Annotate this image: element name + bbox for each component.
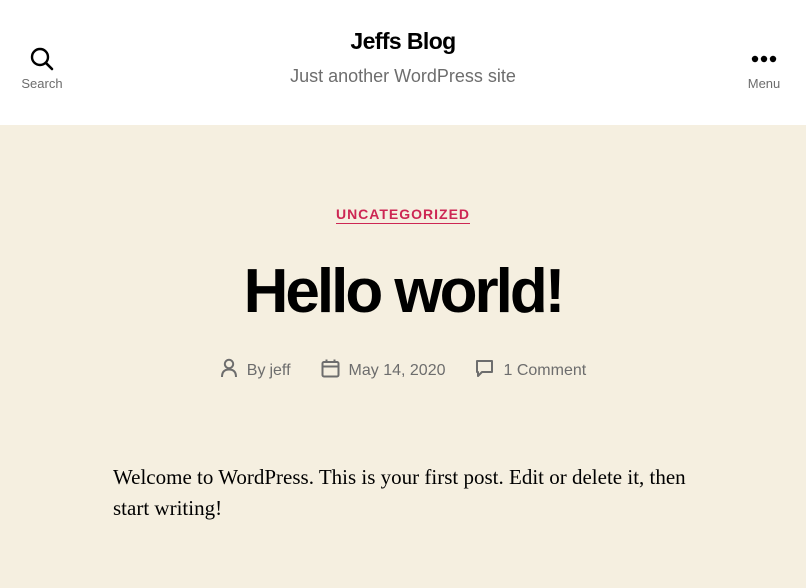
site-title[interactable]: Jeffs Blog: [0, 28, 806, 55]
category-link[interactable]: UNCATEGORIZED: [335, 206, 471, 224]
author-link[interactable]: jeff: [269, 362, 290, 380]
date-link[interactable]: May 14, 2020: [349, 362, 446, 380]
site-description: Just another WordPress site: [290, 66, 516, 86]
user-icon: [220, 358, 247, 383]
post-comments: 1 Comment: [475, 359, 586, 383]
menu-toggle-button[interactable]: Menu: [722, 42, 806, 102]
post-author: By jeff: [220, 358, 291, 383]
calendar-icon: [321, 359, 349, 383]
post-meta: By jeff May 14, 2020 1 Comment: [0, 358, 806, 383]
comment-icon: [475, 359, 503, 383]
menu-toggle-label: Menu: [747, 76, 781, 91]
post-title: Hello world!: [243, 257, 566, 326]
comments-link[interactable]: 1 Comment: [503, 362, 586, 380]
post-category: UNCATEGORIZED: [0, 206, 806, 224]
site-header: Search Jeffs Blog Just another WordPress…: [0, 0, 806, 125]
post-date: May 14, 2020: [321, 359, 446, 383]
post-content: Welcome to WordPress. This is your first…: [113, 462, 703, 524]
post-paragraph: Welcome to WordPress. This is your first…: [113, 465, 686, 520]
ellipsis-icon: [751, 42, 777, 76]
author-prefix: By: [246, 361, 266, 379]
